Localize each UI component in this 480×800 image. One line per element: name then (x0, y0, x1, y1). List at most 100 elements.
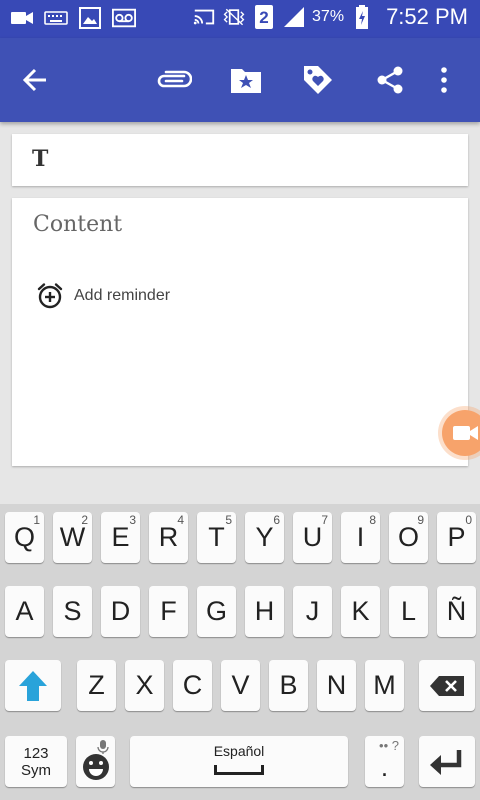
key-b[interactable]: B (269, 660, 308, 711)
key-p[interactable]: P0 (437, 512, 476, 563)
shift-arrow-icon (19, 670, 47, 701)
key-e[interactable]: E3 (101, 512, 140, 563)
backspace-key[interactable] (419, 660, 475, 711)
attach-button[interactable] (153, 60, 193, 100)
key-label: M (373, 670, 396, 700)
key-hint: 5 (225, 513, 232, 527)
key-label: Q (13, 522, 35, 552)
tag-button[interactable] (298, 60, 338, 100)
title-card: T (12, 134, 468, 186)
key-label: Y (255, 522, 274, 552)
space-bar[interactable]: Español (130, 736, 348, 787)
key-hint: 1 (33, 513, 40, 527)
symbols-key[interactable]: 123 Sym (5, 736, 67, 787)
category-button[interactable] (226, 60, 266, 100)
attachment-icon (157, 70, 192, 88)
key-hint: 7 (321, 513, 328, 527)
key-label: C (182, 670, 203, 700)
key-label: L (400, 596, 417, 626)
key-hint: 6 (273, 513, 280, 527)
note-content-input[interactable]: Content (33, 212, 122, 237)
key-h[interactable]: H (245, 586, 284, 637)
key-hint: 8 (369, 513, 376, 527)
tag-heart-icon (304, 66, 332, 94)
period-key-label: . (380, 752, 389, 782)
keyboard-icon (44, 6, 68, 30)
key-z[interactable]: Z (77, 660, 116, 711)
key-label: K (351, 596, 370, 626)
share-button[interactable] (370, 60, 410, 100)
sim-icon: 2 (252, 5, 276, 29)
key-label: P (447, 522, 466, 552)
key-c[interactable]: C (173, 660, 212, 711)
key-i[interactable]: I8 (341, 512, 380, 563)
enter-key[interactable] (419, 736, 475, 787)
key-m[interactable]: M (365, 660, 404, 711)
key-v[interactable]: V (221, 660, 260, 711)
more-options-button[interactable] (424, 60, 464, 100)
key-label: B (279, 670, 298, 700)
key-hint: 9 (417, 513, 424, 527)
period-key[interactable]: •• ? . (365, 736, 404, 787)
key-label: D (110, 596, 131, 626)
key-j[interactable]: J (293, 586, 332, 637)
status-bar: 2 37% 7:52 PM (0, 0, 480, 38)
key-k[interactable]: K (341, 586, 380, 637)
more-vert-icon (441, 67, 447, 93)
back-button[interactable] (15, 60, 55, 100)
microphone-icon (97, 740, 109, 754)
app-bar (0, 38, 480, 122)
key-x[interactable]: X (125, 660, 164, 711)
shift-key[interactable] (5, 660, 61, 711)
voicemail-icon (112, 6, 136, 30)
key-r[interactable]: R4 (149, 512, 188, 563)
key-u[interactable]: U7 (293, 512, 332, 563)
period-key-hint: •• ? (379, 738, 399, 753)
add-reminder-label: Add reminder (74, 287, 171, 304)
symbols-key-line2: Sym (21, 761, 51, 779)
video-camera-icon (10, 6, 34, 30)
key-label: F (160, 596, 177, 626)
key-g[interactable]: G (197, 586, 236, 637)
backspace-icon (430, 675, 464, 696)
content-card: Content Add reminder (12, 198, 468, 466)
key-w[interactable]: W2 (53, 512, 92, 563)
key-label: T (208, 522, 225, 552)
add-reminder-button[interactable]: Add reminder (36, 282, 170, 310)
key-label: G (205, 596, 227, 626)
key-label: Ñ (446, 596, 467, 626)
key-label: J (305, 596, 320, 626)
key-n-tilde[interactable]: Ñ (437, 586, 476, 637)
key-label: Z (88, 670, 105, 700)
key-s[interactable]: S (53, 586, 92, 637)
key-q[interactable]: Q1 (5, 512, 44, 563)
key-label: U (302, 522, 323, 552)
key-hint: 2 (81, 513, 88, 527)
key-t[interactable]: T5 (197, 512, 236, 563)
key-a[interactable]: A (5, 586, 44, 637)
key-label: X (135, 670, 154, 700)
emoji-key[interactable] (76, 736, 115, 787)
battery-percent: 37% (312, 8, 345, 25)
key-d[interactable]: D (101, 586, 140, 637)
key-o[interactable]: O9 (389, 512, 428, 563)
cast-icon (192, 5, 216, 29)
space-bar-icon (214, 764, 264, 775)
key-hint: 3 (129, 513, 136, 527)
key-label: V (231, 670, 250, 700)
key-n[interactable]: N (317, 660, 356, 711)
space-bar-label: Español (213, 742, 265, 759)
key-f[interactable]: F (149, 586, 188, 637)
keyboard: Q1 W2 E3 R4 T5 Y6 U7 I8 O9 P0 A S D F G … (0, 504, 480, 800)
key-label: A (15, 596, 34, 626)
key-label: N (326, 670, 347, 700)
key-l[interactable]: L (389, 586, 428, 637)
floating-video-button[interactable] (442, 410, 480, 456)
key-hint: 4 (177, 513, 184, 527)
key-label: S (63, 596, 82, 626)
symbols-key-line1: 123 (23, 744, 49, 762)
key-y[interactable]: Y6 (245, 512, 284, 563)
note-title-input[interactable]: T (32, 146, 48, 172)
key-hint: 0 (465, 513, 472, 527)
image-icon (78, 6, 102, 30)
